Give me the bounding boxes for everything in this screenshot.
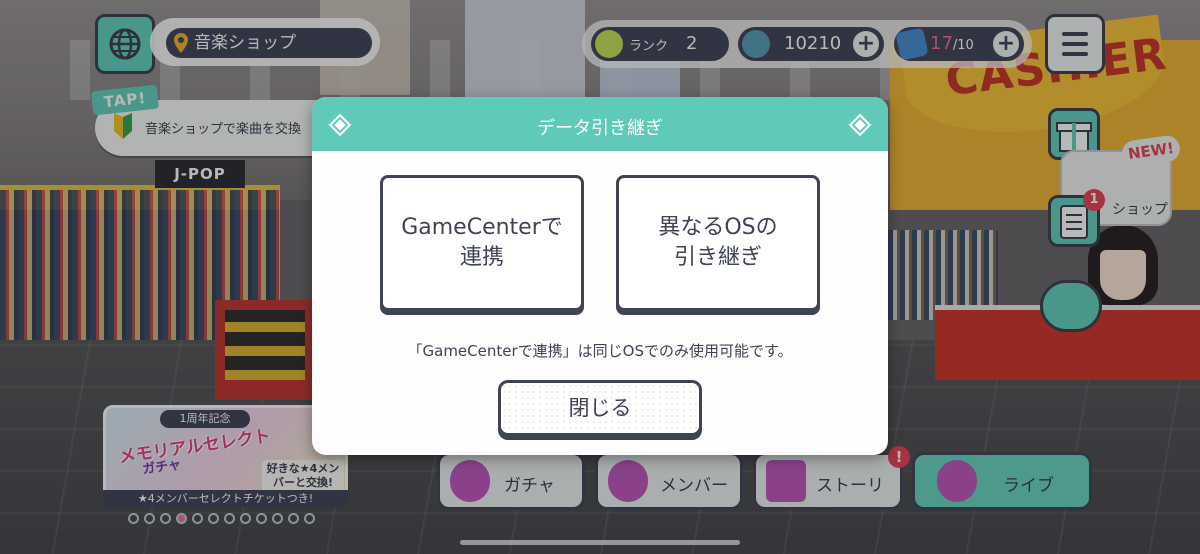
close-button[interactable]: 閉じる: [498, 380, 702, 436]
dialog-note: 「GameCenterで連携」は同じOSでのみ使用可能です。: [407, 342, 793, 360]
dialog-title: データ引き継ぎ: [537, 118, 663, 139]
gamecenter-link-label: GameCenterで 連携: [401, 215, 563, 270]
other-os-transfer-button[interactable]: 異なるOSの 引き継ぎ: [616, 175, 820, 311]
data-transfer-dialog: データ引き継ぎ GameCenterで 連携 異なるOSの 引き継ぎ 「Game…: [312, 97, 888, 455]
other-os-transfer-label: 異なるOSの 引き継ぎ: [658, 215, 778, 270]
dialog-header: データ引き継ぎ: [312, 97, 888, 151]
gamecenter-link-button[interactable]: GameCenterで 連携: [380, 175, 584, 311]
